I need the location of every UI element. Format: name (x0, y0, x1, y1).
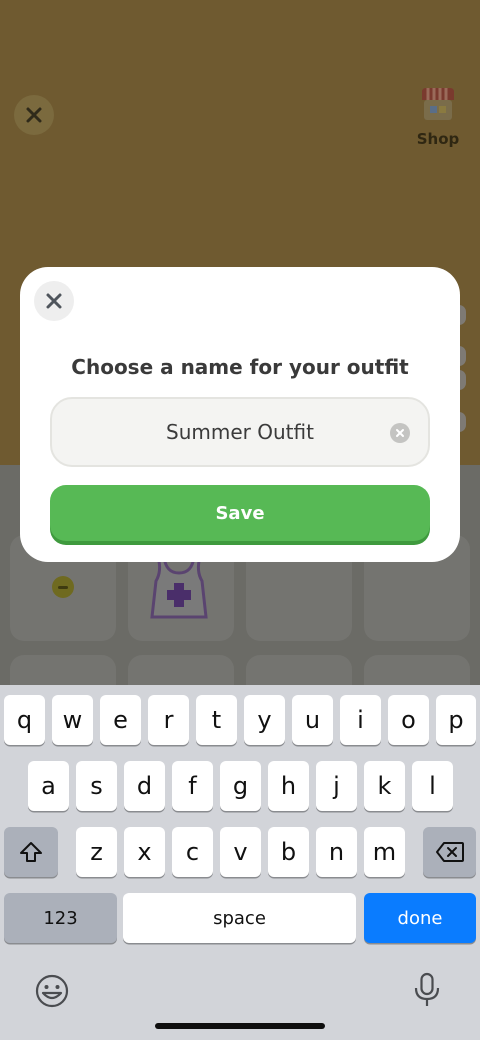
shop-icon (422, 88, 454, 120)
key-c[interactable]: c (172, 827, 213, 877)
dialog-title: Choose a name for your outfit (71, 355, 409, 379)
key-e[interactable]: e (100, 695, 141, 745)
home-indicator[interactable] (155, 1023, 325, 1029)
key-s[interactable]: s (76, 761, 117, 811)
shop-button[interactable]: Shop (412, 84, 464, 148)
key-j[interactable]: j (316, 761, 357, 811)
key-f[interactable]: f (172, 761, 213, 811)
key-h[interactable]: h (268, 761, 309, 811)
shop-label: Shop (416, 130, 460, 148)
clear-text-button[interactable] (390, 423, 410, 443)
key-t[interactable]: t (196, 695, 237, 745)
key-x[interactable]: x (124, 827, 165, 877)
key-o[interactable]: o (388, 695, 429, 745)
delete-key[interactable] (423, 827, 476, 877)
numbers-key[interactable]: 123 (4, 893, 117, 943)
backspace-icon (435, 842, 464, 862)
key-n[interactable]: n (316, 827, 357, 877)
key-w[interactable]: w (52, 695, 93, 745)
save-button[interactable]: Save (50, 485, 430, 541)
clear-icon (396, 429, 404, 437)
outfit-name-field[interactable] (50, 397, 430, 467)
key-i[interactable]: i (340, 695, 381, 745)
name-outfit-dialog: Choose a name for your outfit Save (20, 267, 460, 562)
outfit-name-input[interactable] (90, 420, 390, 444)
key-p[interactable]: p (436, 695, 476, 745)
key-g[interactable]: g (220, 761, 261, 811)
shift-icon (20, 842, 42, 862)
close-icon (46, 293, 62, 309)
key-l[interactable]: l (412, 761, 453, 811)
key-y[interactable]: y (244, 695, 285, 745)
emoji-icon[interactable] (34, 973, 70, 1009)
key-z[interactable]: z (76, 827, 117, 877)
on-screen-keyboard: q w e r t y u i o p a s d f g h j k l z … (0, 685, 480, 1040)
close-icon (26, 107, 42, 123)
key-u[interactable]: u (292, 695, 333, 745)
background-close-button[interactable] (14, 95, 54, 135)
key-k[interactable]: k (364, 761, 405, 811)
key-d[interactable]: d (124, 761, 165, 811)
microphone-icon[interactable] (412, 971, 442, 1009)
dialog-close-button[interactable] (34, 281, 74, 321)
key-r[interactable]: r (148, 695, 189, 745)
key-b[interactable]: b (268, 827, 309, 877)
remove-item-icon[interactable] (52, 576, 74, 598)
shift-key[interactable] (4, 827, 58, 877)
key-a[interactable]: a (28, 761, 69, 811)
tank-top-icon (150, 555, 208, 619)
key-m[interactable]: m (364, 827, 405, 877)
key-q[interactable]: q (4, 695, 45, 745)
done-key[interactable]: done (364, 893, 476, 943)
space-key[interactable]: space (123, 893, 356, 943)
key-v[interactable]: v (220, 827, 261, 877)
